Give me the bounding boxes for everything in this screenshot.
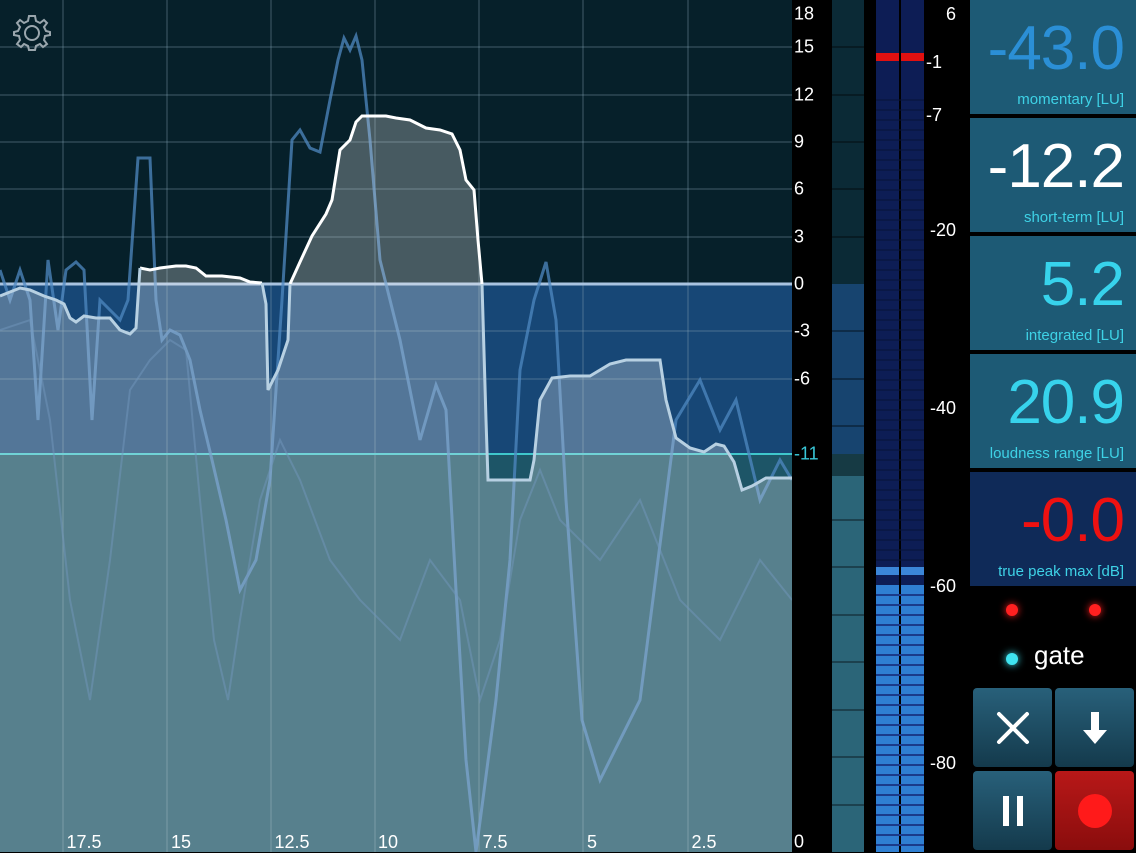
x-tick: 7.5 <box>482 832 508 852</box>
y-tick: -3 <box>794 320 811 341</box>
y-tick: 12 <box>794 84 815 105</box>
reset-button[interactable] <box>973 688 1052 767</box>
loudness-range-label: loudness range [LU] <box>989 445 1124 462</box>
pause-button[interactable] <box>973 771 1052 850</box>
momentary-label: momentary [LU] <box>1017 91 1124 108</box>
y-tick: 15 <box>794 36 815 57</box>
y-tick: -6 <box>794 368 811 389</box>
x-tick: 2.5 <box>691 832 717 852</box>
meter-tick: -1 <box>926 52 942 72</box>
peak-led-left <box>1006 604 1018 616</box>
x-tick: 15 <box>170 832 192 852</box>
meter-tick: -60 <box>930 576 956 596</box>
integrated-label: integrated [LU] <box>1025 327 1124 344</box>
x-tick: 17.5 <box>66 832 102 852</box>
meter-tick: -20 <box>930 220 956 240</box>
peak-hold-left <box>876 53 899 61</box>
pause-icon <box>1002 795 1023 826</box>
meter-tick: -80 <box>930 753 956 773</box>
momentary-panel: -43.0 momentary [LU] <box>970 0 1136 114</box>
short-term-value: -12.2 <box>987 132 1125 201</box>
readout-column: -43.0 momentary [LU] -12.2 short-term [L… <box>970 0 1136 852</box>
gate-tick: -11 <box>794 443 819 464</box>
loudness-history-graph <box>0 0 792 852</box>
y-tick: 3 <box>794 226 805 247</box>
peak-led-right <box>1089 604 1101 616</box>
lu-axis: 18 15 12 9 6 3 0 -3 -6 -11 0 <box>792 0 834 852</box>
record-icon <box>1077 793 1112 828</box>
y-tick: 0 <box>794 831 805 852</box>
x-tick: 5 <box>586 832 598 852</box>
true-peak-panel: -0.0 true peak max [dB] <box>970 472 1136 586</box>
true-peak-value: -0.0 <box>1021 486 1125 555</box>
integrated-panel: 5.2 integrated [LU] <box>970 236 1136 350</box>
momentary-value: -43.0 <box>987 14 1125 83</box>
gate-label: gate <box>1034 640 1085 670</box>
record-button[interactable] <box>1055 771 1134 850</box>
level-hold-left <box>876 567 899 575</box>
arrow-down-icon <box>1082 711 1107 744</box>
meter-tick: -40 <box>930 398 956 418</box>
y-tick: 6 <box>794 178 805 199</box>
y-tick: 18 <box>794 3 815 24</box>
close-icon <box>996 711 1029 744</box>
meter-tick: -7 <box>926 105 942 125</box>
level-hold-right <box>901 567 924 575</box>
integrated-value: 5.2 <box>1040 250 1125 319</box>
x-tick: 12.5 <box>274 832 310 852</box>
loudness-range-value: 20.9 <box>1007 368 1125 437</box>
export-button[interactable] <box>1055 688 1134 767</box>
short-term-label: short-term [LU] <box>1023 209 1124 226</box>
x-tick: 10 <box>377 832 399 852</box>
y-tick: 9 <box>794 131 805 152</box>
true-peak-label: true peak max [dB] <box>998 563 1124 580</box>
level-meter: 6 -1 -7 -20 -40 -60 -80 <box>832 0 970 852</box>
gate-led <box>1006 653 1018 665</box>
short-term-panel: -12.2 short-term [LU] <box>970 118 1136 232</box>
loudness-range-panel: 20.9 loudness range [LU] <box>970 354 1136 468</box>
y-tick: 0 <box>794 273 805 294</box>
meter-tick: 6 <box>946 4 956 24</box>
peak-hold-right <box>901 53 924 61</box>
gear-icon[interactable] <box>12 13 52 53</box>
